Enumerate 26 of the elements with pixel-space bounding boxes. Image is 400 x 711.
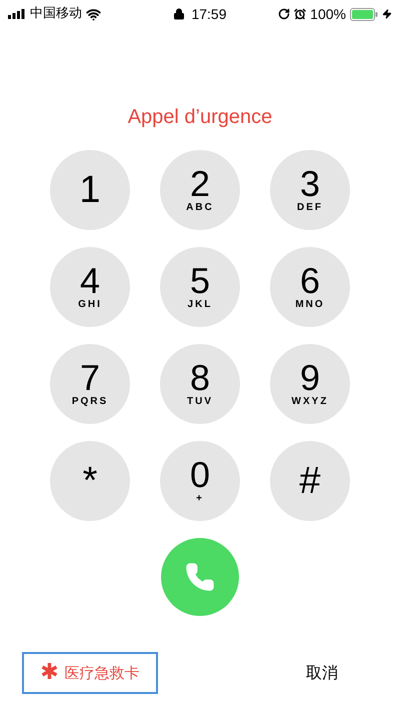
clock-time: 17:59 bbox=[191, 4, 227, 24]
battery-percent: 100% bbox=[310, 4, 346, 24]
carrier-name: 中国移动 bbox=[30, 5, 82, 24]
wifi-icon bbox=[86, 6, 101, 22]
emergency-call-title: Appel d’urgence bbox=[128, 105, 272, 130]
signal-icon bbox=[8, 9, 26, 19]
rotation-lock-icon bbox=[278, 8, 290, 20]
dial-key[interactable]: 8 TUV bbox=[160, 344, 240, 424]
dial-key[interactable]: 5 JKL bbox=[160, 247, 240, 327]
dial-key[interactable]: 3 DEF bbox=[270, 150, 350, 230]
battery-icon bbox=[350, 8, 378, 20]
dial-key[interactable]: * bbox=[50, 441, 130, 521]
charging-icon bbox=[382, 9, 392, 19]
medical-id-button[interactable]: ✱ 医疗急救卡 bbox=[22, 652, 158, 694]
phone-icon bbox=[185, 562, 215, 592]
cancel-button[interactable]: 取消 bbox=[306, 661, 338, 685]
dial-key[interactable]: 4 GHI bbox=[50, 247, 130, 327]
dial-key[interactable]: 0 + bbox=[160, 441, 240, 521]
alarm-icon bbox=[294, 8, 306, 20]
dial-key[interactable]: 1 bbox=[50, 150, 130, 230]
dial-key[interactable]: 7 PQRS bbox=[50, 344, 130, 424]
dial-key[interactable]: # bbox=[270, 441, 350, 521]
lock-icon bbox=[173, 8, 186, 20]
dial-key[interactable]: 6 MNO bbox=[270, 247, 350, 327]
dial-key[interactable]: 2 ABC bbox=[160, 150, 240, 230]
dial-key[interactable]: 9 WXYZ bbox=[270, 344, 350, 424]
